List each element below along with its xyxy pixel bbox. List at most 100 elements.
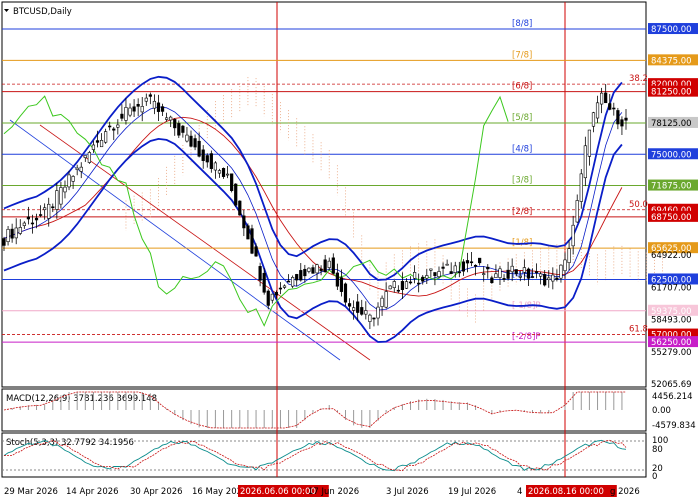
price-box-label-6: 71875.00 (651, 182, 692, 192)
candle-body (482, 273, 486, 275)
candle-body (404, 281, 409, 289)
candle-body (116, 124, 120, 128)
candle-body (486, 266, 490, 270)
stoch-label: Stoch(5,3,3) 32.7792 34.1956 (6, 438, 134, 448)
candle-body (364, 310, 368, 315)
candle-body (104, 131, 108, 143)
candle-body (230, 173, 234, 191)
candle-body (152, 100, 157, 109)
candle-body (331, 257, 335, 274)
murrey-label-10: [-2/8]P (512, 332, 541, 342)
candle-body (43, 207, 47, 211)
candle-body (34, 217, 39, 221)
dropdown-arrow-icon[interactable] (4, 9, 9, 12)
candle-body (22, 222, 26, 226)
price-tick-4: 52065.69 (651, 380, 692, 390)
candle-body (530, 276, 535, 278)
candle-body (75, 167, 79, 170)
candle-body (108, 125, 112, 128)
candle-body (612, 107, 616, 110)
candle-body (413, 272, 417, 279)
candle-body (67, 174, 71, 188)
candle-body (266, 290, 270, 306)
time-label-0: 29 Mar 2026 (4, 487, 58, 497)
candle-body (197, 140, 201, 157)
candle-body (59, 187, 63, 205)
candle-body (494, 273, 498, 279)
candle-body (335, 272, 339, 287)
candle-body (392, 281, 396, 289)
candle-body (319, 268, 323, 272)
candle-body (83, 155, 87, 159)
candle-body (262, 272, 266, 293)
candle-body (400, 281, 405, 291)
price-box-label-8: 68750.00 (651, 213, 692, 223)
candle-body (213, 162, 217, 171)
candle-body (437, 271, 441, 277)
chikou-line (3, 95, 509, 327)
candle-body (95, 140, 100, 143)
candle-body (323, 259, 327, 273)
candle-body (303, 268, 307, 277)
candle-body (193, 138, 197, 148)
candle-body (587, 129, 592, 157)
time-label-2: 30 Apr 2026 (130, 487, 183, 497)
candle-body (217, 170, 222, 174)
candle-body (299, 270, 303, 281)
candle-body (148, 94, 152, 97)
candle-body (315, 264, 319, 274)
candle-body (502, 278, 506, 280)
candle-body (2, 238, 6, 246)
candle-body (225, 173, 230, 176)
candle-body (522, 267, 526, 273)
price-box-label-13: 56250.00 (651, 338, 692, 348)
candle-body (441, 266, 445, 269)
time-label-5: 17 Jun 2026 (308, 487, 359, 497)
candle-body (461, 261, 465, 272)
candle-body (144, 97, 148, 102)
chart-title: BTCUSD,Daily (13, 7, 72, 17)
candle-body (156, 102, 161, 112)
candle-body (518, 276, 522, 278)
candle-body (311, 267, 315, 274)
time-label-1: 14 Apr 2026 (66, 487, 119, 497)
candle-body (539, 273, 543, 277)
candle-body (295, 274, 299, 281)
price-box-label-4: 78125.00 (651, 119, 692, 129)
candle-body (514, 269, 518, 274)
candle-body (99, 140, 104, 148)
candle-body (595, 102, 600, 119)
macd-tick-top: 4456.214 (652, 392, 693, 402)
time-label-8: 4 (517, 487, 522, 497)
candle-body (526, 268, 531, 279)
time-label-10: g 2026 (610, 487, 640, 497)
price-box-label-0: 87500.00 (651, 25, 692, 35)
candle-body (30, 222, 35, 225)
candle-body (136, 104, 140, 107)
candle-body (221, 168, 226, 177)
candle-body (478, 257, 482, 264)
murrey-label-0: [8/8] (512, 19, 532, 29)
candle-body (616, 110, 620, 125)
murrey-label-2: [6/8] (512, 82, 532, 92)
price-box-label-3: 81250.00 (651, 88, 692, 98)
candle-body (384, 291, 388, 308)
candle-body (408, 281, 413, 284)
candle-body (604, 92, 608, 104)
candle-body (254, 246, 258, 257)
fib-levels: 38.2 50.0 61.8 (2, 74, 648, 335)
candle-body (282, 285, 287, 288)
candle-body (160, 106, 165, 112)
candle-body (18, 227, 22, 234)
candle-body (55, 190, 59, 210)
candle-body (169, 116, 173, 121)
candle-body (6, 228, 10, 243)
candle-body (339, 277, 344, 292)
candle-body (473, 264, 478, 267)
price-tick-2: 58493.00 (651, 316, 692, 326)
candle-body (421, 276, 425, 282)
candle-body (278, 287, 283, 290)
candle-body (600, 92, 604, 105)
candle-body (453, 265, 457, 273)
fib-label-0: 38.2 (629, 74, 648, 84)
